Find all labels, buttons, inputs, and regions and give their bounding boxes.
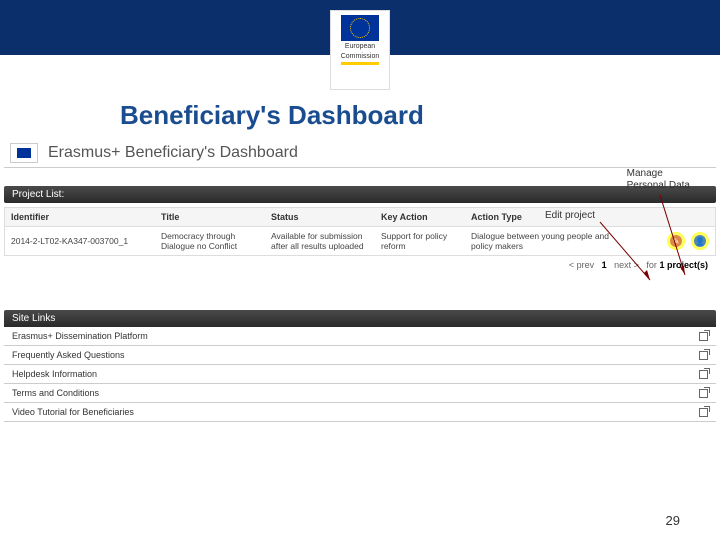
site-link-label: Frequently Asked Questions — [12, 350, 125, 360]
eu-flag-icon — [341, 15, 379, 41]
ec-small-logo — [10, 143, 38, 163]
site-link-label: Erasmus+ Dissemination Platform — [12, 331, 148, 341]
project-table: Identifier Title Status Key Action Actio… — [4, 207, 716, 256]
external-link-icon — [699, 389, 708, 398]
external-link-icon — [699, 332, 708, 341]
highlight-ring-user: 👤 — [691, 232, 709, 250]
app-header: Erasmus+ Beneficiary's Dashboard — [4, 139, 716, 168]
pager: < prev 1 next > for 1 project(s) — [0, 256, 720, 270]
pager-label: project(s) — [667, 260, 708, 270]
slide-top-band: European Commission — [0, 0, 720, 55]
cell-status: Available for submission after all resul… — [265, 227, 375, 255]
col-key-action[interactable]: Key Action — [375, 208, 465, 226]
cell-actions: ✎ 👤 — [615, 228, 715, 254]
ec-underline — [341, 62, 379, 65]
pencil-icon: ✎ — [673, 237, 680, 246]
site-link-video-tutorial[interactable]: Video Tutorial for Beneficiaries — [4, 403, 716, 422]
cell-identifier: 2014-2-LT02-KA347-003700_1 — [5, 232, 155, 250]
callout-manage-l1: Manage — [627, 168, 663, 179]
external-link-icon — [699, 408, 708, 417]
edit-project-button[interactable]: ✎ — [670, 235, 682, 247]
external-link-icon — [699, 370, 708, 379]
site-links-header: Site Links — [4, 310, 716, 327]
callout-manage-l2: Personal Data — [627, 180, 690, 191]
cell-action-type: Dialogue between young people and policy… — [465, 227, 615, 255]
pager-page: 1 — [602, 260, 607, 270]
table-header-row: Identifier Title Status Key Action Actio… — [4, 207, 716, 227]
cell-key-action: Support for policy reform — [375, 227, 465, 255]
eu-flag-small-icon — [17, 148, 31, 158]
highlight-ring-edit: ✎ — [667, 232, 685, 250]
cell-title: Democracy through Dialogue no Conflict — [155, 227, 265, 255]
callout-edit-project: Edit project — [545, 210, 595, 221]
pager-next[interactable]: next > — [614, 260, 639, 270]
app-title: Erasmus+ Beneficiary's Dashboard — [48, 144, 298, 162]
site-link-faq[interactable]: Frequently Asked Questions — [4, 346, 716, 365]
site-link-terms[interactable]: Terms and Conditions — [4, 384, 716, 403]
site-link-label: Video Tutorial for Beneficiaries — [12, 407, 134, 417]
project-list-header: Project List: — [4, 186, 716, 203]
table-row: 2014-2-LT02-KA347-003700_1 Democracy thr… — [4, 227, 716, 256]
site-link-helpdesk[interactable]: Helpdesk Information — [4, 365, 716, 384]
external-link-icon — [699, 351, 708, 360]
pager-count: 1 — [659, 260, 664, 270]
manage-personal-data-button[interactable]: 👤 — [694, 235, 706, 247]
callout-manage-data: Manage Personal Data — [627, 168, 690, 192]
slide-title: Beneficiary's Dashboard — [120, 100, 720, 131]
slide-page-number: 29 — [666, 513, 680, 528]
ec-label-line2: Commission — [331, 53, 389, 61]
ec-label-line1: European — [331, 43, 389, 51]
col-status[interactable]: Status — [265, 208, 375, 226]
site-link-dissemination[interactable]: Erasmus+ Dissemination Platform — [4, 327, 716, 346]
ec-logo: European Commission — [330, 10, 390, 90]
site-link-label: Terms and Conditions — [12, 388, 99, 398]
user-icon: 👤 — [695, 237, 705, 246]
site-link-label: Helpdesk Information — [12, 369, 97, 379]
pager-for: for — [646, 260, 657, 270]
col-identifier[interactable]: Identifier — [5, 208, 155, 226]
pager-prev[interactable]: < prev — [569, 260, 594, 270]
col-title[interactable]: Title — [155, 208, 265, 226]
